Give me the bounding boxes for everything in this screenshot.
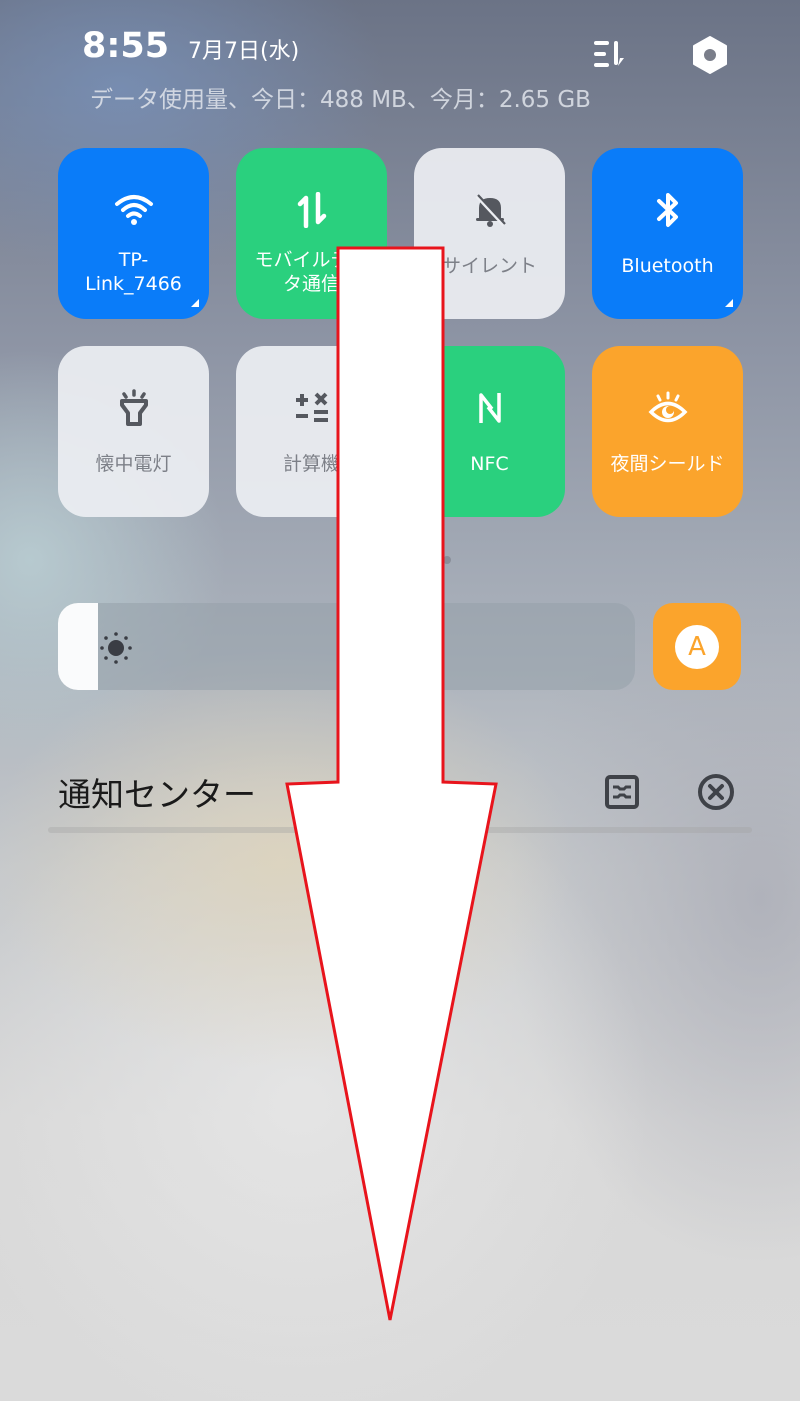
sun-icon bbox=[98, 631, 134, 669]
calculator-icon bbox=[292, 388, 332, 428]
tile-silent[interactable]: サイレント bbox=[414, 148, 565, 319]
auto-brightness-label: A bbox=[675, 624, 719, 669]
tile-night-shield[interactable]: 夜間シールド bbox=[592, 346, 743, 517]
sort-icon[interactable] bbox=[590, 35, 630, 75]
brightness-slider[interactable] bbox=[58, 603, 635, 690]
auto-brightness-button[interactable]: A bbox=[653, 603, 741, 690]
data-usage-text: データ使用量、今日：488 MB、今月：2.65 GB bbox=[90, 87, 591, 113]
tile-bluetooth[interactable]: Bluetooth bbox=[592, 148, 743, 319]
tile-label: 計算機 bbox=[282, 453, 340, 475]
tile-label: サイレント bbox=[441, 255, 537, 277]
divider bbox=[48, 827, 752, 833]
bell-off-icon bbox=[470, 190, 510, 230]
brightness-fill bbox=[58, 603, 99, 690]
tile-wifi[interactable]: TP- Link_7466 bbox=[58, 148, 209, 319]
tile-label: モバイルデータ通信 bbox=[254, 249, 369, 295]
eye-icon bbox=[648, 388, 688, 428]
tile-mobile-data[interactable]: モバイルデータ通信 bbox=[236, 148, 387, 319]
flashlight-icon bbox=[114, 388, 154, 428]
expand-corner-icon bbox=[191, 299, 199, 307]
tile-calculator[interactable]: 計算機 bbox=[236, 346, 387, 517]
clear-all-icon[interactable] bbox=[696, 772, 736, 816]
settings-icon[interactable] bbox=[690, 35, 730, 75]
tile-label: 懐中電灯 bbox=[95, 453, 172, 475]
date-label: 7月7日(水) bbox=[188, 39, 300, 64]
nfc-icon bbox=[470, 388, 510, 428]
tile-label: 夜間シールド bbox=[610, 453, 725, 475]
tile-nfc[interactable]: NFC bbox=[414, 346, 565, 517]
bluetooth-icon bbox=[648, 190, 688, 230]
manage-notifications-icon[interactable] bbox=[604, 774, 640, 814]
data-transfer-icon bbox=[292, 190, 332, 230]
clock-time: 8:55 bbox=[82, 26, 170, 66]
notification-center-title: 通知センター bbox=[58, 775, 256, 814]
expand-corner-icon bbox=[725, 299, 733, 307]
tile-label: Bluetooth bbox=[621, 255, 714, 277]
tile-flashlight[interactable]: 懐中電灯 bbox=[58, 346, 209, 517]
tile-label: NFC bbox=[470, 453, 509, 475]
tile-label: TP- Link_7466 bbox=[85, 249, 182, 295]
wifi-icon bbox=[114, 190, 154, 230]
page-indicator-dot bbox=[443, 556, 451, 564]
